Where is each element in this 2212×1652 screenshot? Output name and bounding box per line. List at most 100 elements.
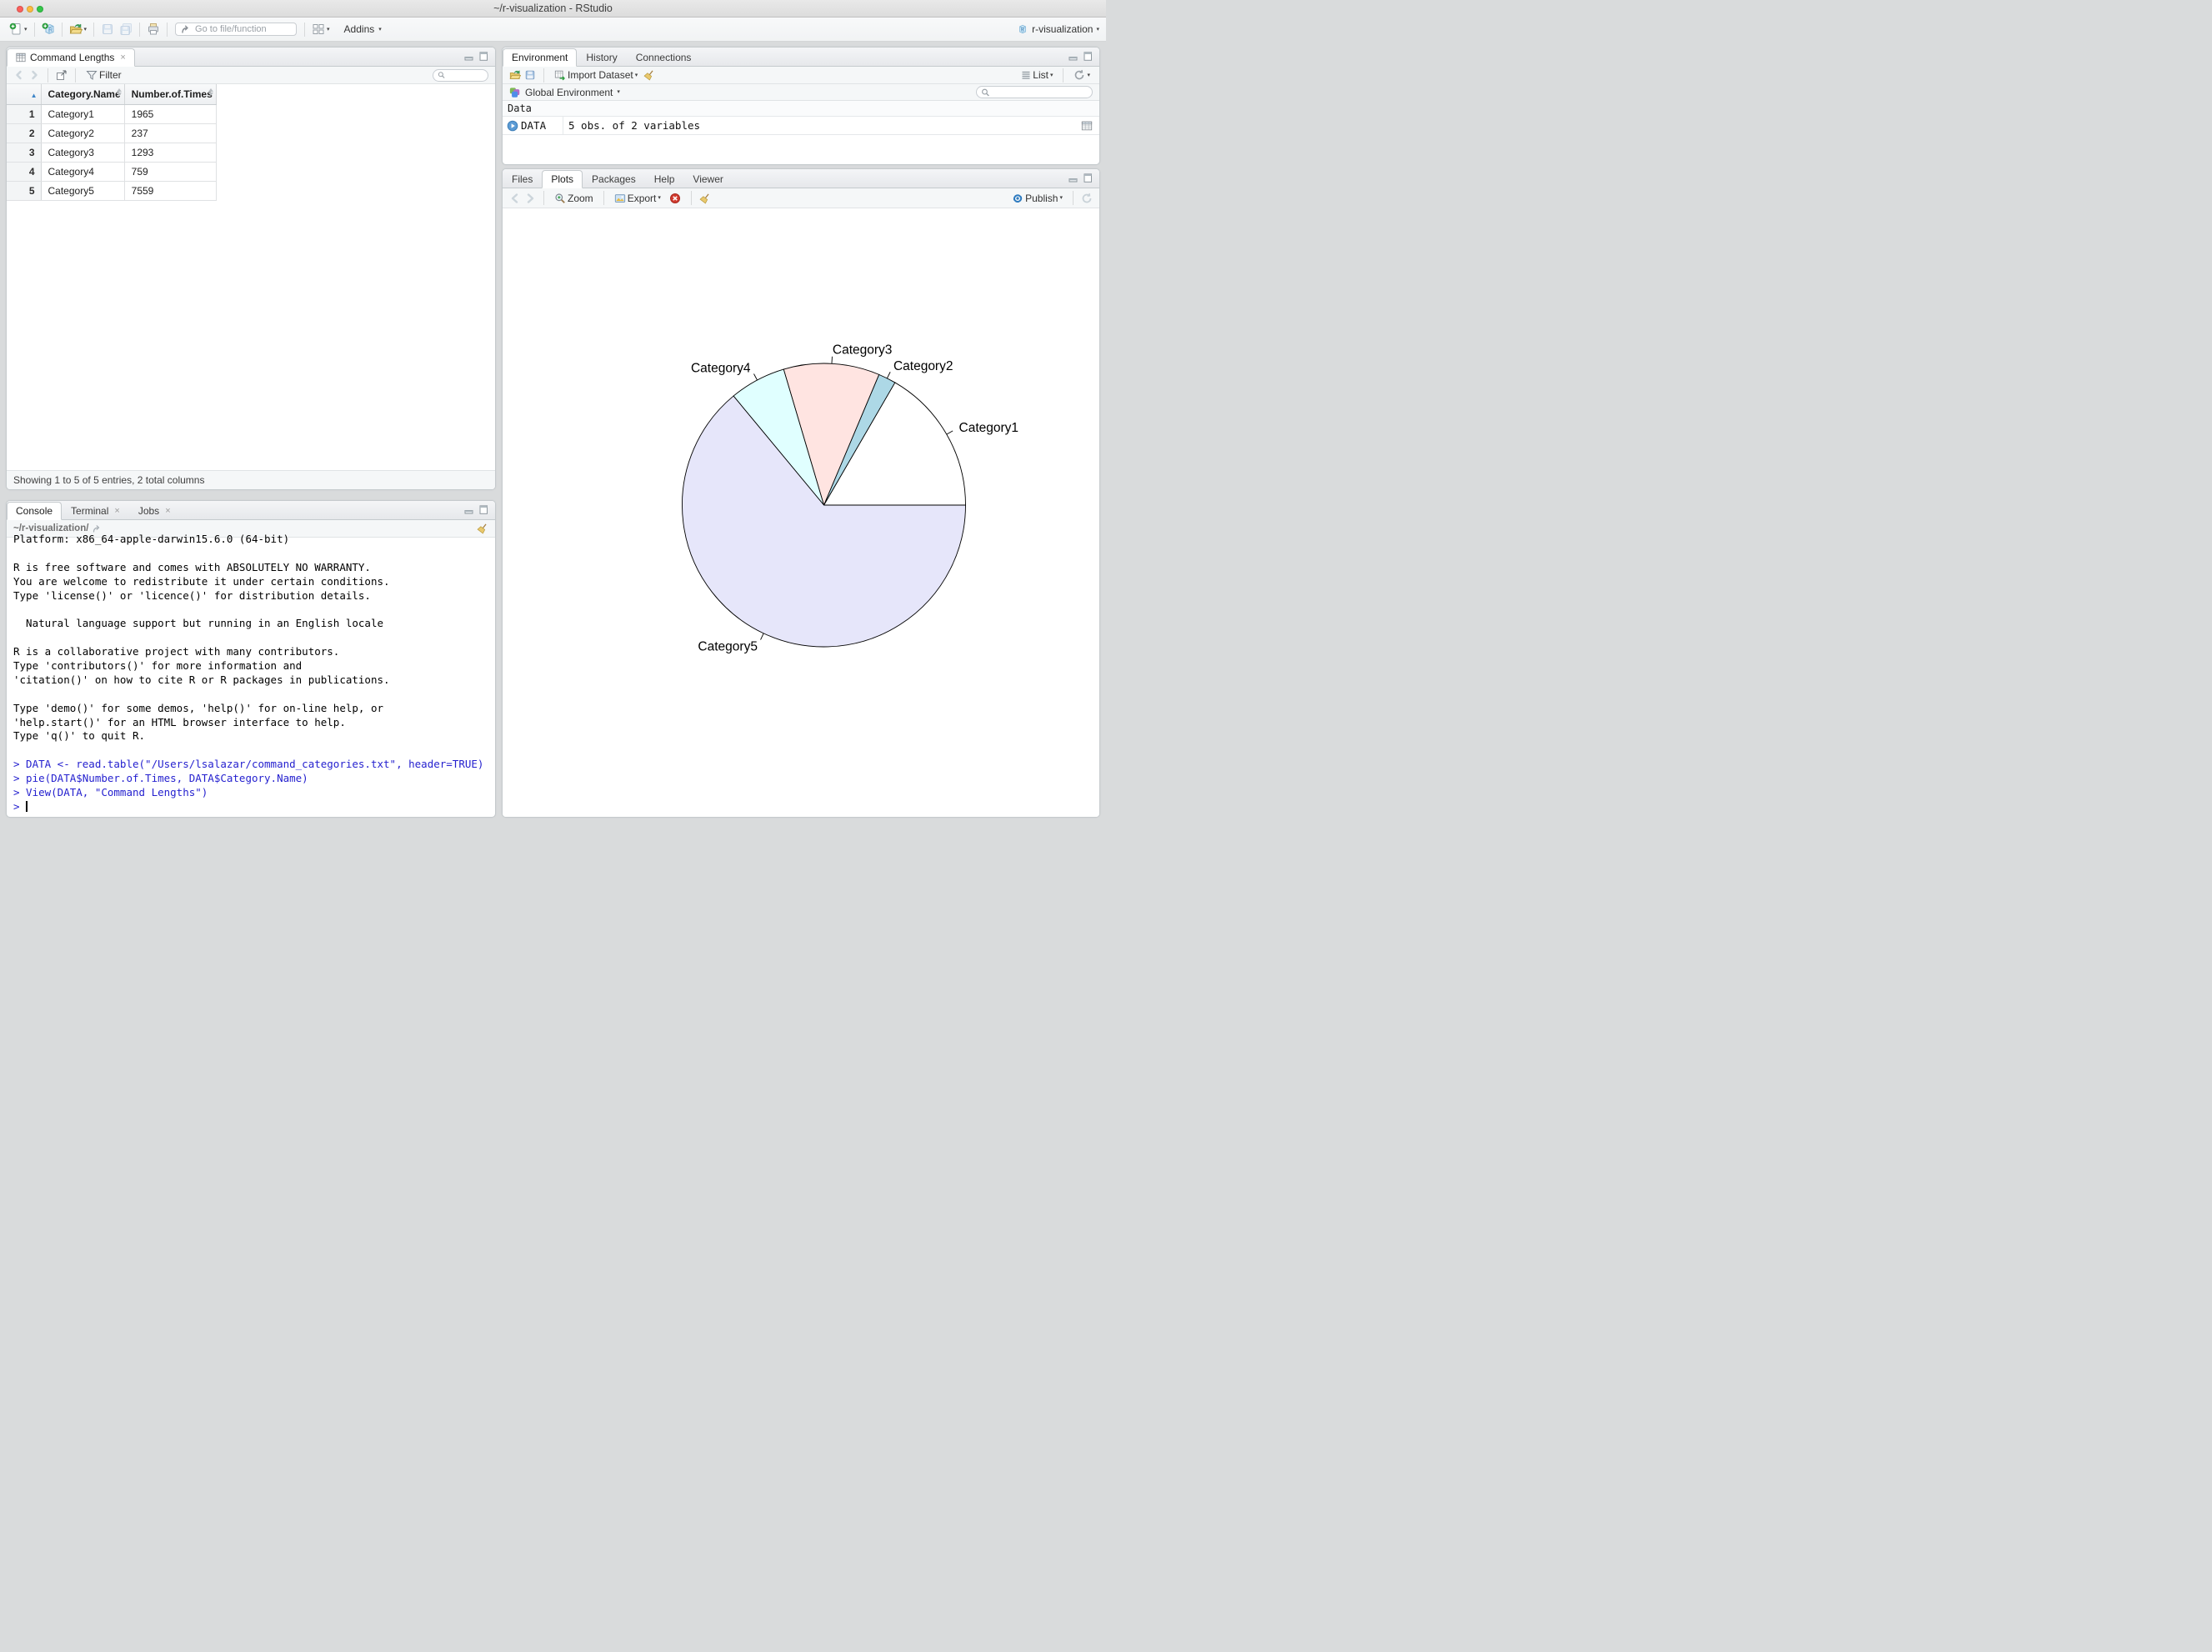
new-project-button[interactable]: R <box>39 21 58 38</box>
goto-file-function-input[interactable] <box>195 24 286 34</box>
console-output-line: R is free software and comes with ABSOLU… <box>13 560 371 573</box>
print-button[interactable] <box>144 21 163 38</box>
zoom-plot-button[interactable]: Zoom <box>552 191 596 206</box>
pie-label-Category5: Category5 <box>698 640 758 654</box>
table-row[interactable]: 5 Category5 7559 <box>7 181 217 201</box>
table-row[interactable]: 1 Category1 1965 <box>7 104 217 124</box>
new-file-button[interactable]: ▾ <box>7 21 30 38</box>
minimize-pane-icon[interactable] <box>1068 174 1078 183</box>
tab-jobs[interactable]: Jobs × <box>129 502 180 520</box>
import-dataset-caret-icon: ▾ <box>634 72 638 78</box>
list-view-button[interactable]: List ▾ <box>1018 68 1055 83</box>
addins-button[interactable]: Addins ▾ <box>339 22 384 37</box>
new-file-icon <box>9 23 21 35</box>
refresh-plot-icon[interactable] <box>1081 193 1093 204</box>
forward-icon[interactable] <box>28 69 40 81</box>
close-tab-icon[interactable]: × <box>165 506 170 516</box>
table-cell: 1293 <box>124 143 217 163</box>
window-title: ~/r-visualization - RStudio <box>493 3 613 14</box>
export-plot-button[interactable]: Export ▾ <box>612 191 663 206</box>
console-output-line: Type 'contributors()' for more informati… <box>13 659 303 673</box>
minimize-pane-icon[interactable] <box>1068 53 1078 61</box>
tab-console[interactable]: Console <box>7 502 63 520</box>
environment-search-input[interactable] <box>992 88 1088 97</box>
clear-all-plots-broom-icon[interactable] <box>699 193 711 204</box>
data-viewer-search-box[interactable] <box>433 68 488 82</box>
maximize-pane-icon[interactable] <box>479 505 488 514</box>
tab-command-lengths[interactable]: Command Lengths × <box>7 48 135 67</box>
clear-console-broom-icon[interactable] <box>477 523 488 534</box>
environment-scope-label[interactable]: Global Environment <box>525 87 613 98</box>
save-all-icon <box>120 23 133 35</box>
maximize-pane-icon[interactable] <box>1083 173 1093 183</box>
table-cell: Category3 <box>41 143 125 163</box>
maximize-pane-icon[interactable] <box>479 52 488 61</box>
close-tab-icon[interactable]: × <box>114 506 119 516</box>
previous-plot-icon[interactable] <box>509 193 521 204</box>
list-view-label: List <box>1033 69 1048 81</box>
environment-toolbar: Import Dataset ▾ List ▾ ▾ <box>503 67 1099 84</box>
expand-object-icon[interactable] <box>507 120 518 132</box>
print-icon <box>148 23 159 35</box>
table-row[interactable]: 4 Category4 759 <box>7 162 217 182</box>
next-plot-icon[interactable] <box>524 193 536 204</box>
environment-object-row[interactable]: DATA 5 obs. of 2 variables <box>503 117 1099 135</box>
tab-plots[interactable]: Plots <box>542 170 583 188</box>
save-workspace-icon[interactable] <box>524 69 536 81</box>
console-output-line: Type 'q()' to quit R. <box>13 729 146 743</box>
tab-viewer[interactable]: Viewer <box>683 170 732 188</box>
goto-file-function-box[interactable] <box>175 23 298 36</box>
open-file-button[interactable]: ▾ <box>67 21 90 38</box>
table-row[interactable]: 3 Category3 1293 <box>7 143 217 163</box>
plots-pane: Files Plots Packages Help Viewer Zoom Ex… <box>502 168 1100 818</box>
remove-plot-button[interactable] <box>667 191 683 206</box>
table-status-bar: Showing 1 to 5 of 5 entries, 2 total col… <box>7 470 495 489</box>
publish-plot-button[interactable]: Publish ▾ <box>1009 191 1065 206</box>
pie-label-tick <box>760 633 764 640</box>
environment-search-box[interactable] <box>976 86 1093 98</box>
import-dataset-button[interactable]: Import Dataset ▾ <box>552 68 640 83</box>
save-button[interactable] <box>98 21 117 38</box>
project-r-cube-icon: R <box>1019 24 1027 34</box>
row-number-header[interactable]: ▲ <box>7 84 42 105</box>
tab-history[interactable]: History <box>577 48 626 67</box>
main-toolbar: ▾ R ▾ ▾ Addins ▾ R r-visualization ▾ <box>0 18 1106 42</box>
project-menu-button[interactable]: R r-visualization ▾ <box>1017 23 1099 35</box>
pie-label-tick <box>753 373 758 381</box>
tab-files[interactable]: Files <box>503 170 542 188</box>
table-header-row: ▲ Category.Name Number.of.Times <box>7 84 217 105</box>
remove-plot-icon <box>669 193 680 203</box>
table-cell: Category5 <box>41 181 125 201</box>
pane-layout-button[interactable]: ▾ <box>309 21 333 38</box>
console-output[interactable]: Platform: x86_64-apple-darwin15.6.0 (64-… <box>7 533 495 813</box>
close-tab-icon[interactable]: × <box>120 53 125 63</box>
goto-arrow-icon <box>182 25 188 33</box>
pie-label-Category1: Category1 <box>959 421 1019 435</box>
console-output-line: You are welcome to redistribute it under… <box>13 574 390 588</box>
clear-environment-broom-icon[interactable] <box>643 69 655 81</box>
back-icon[interactable] <box>13 69 25 81</box>
list-view-caret-icon: ▾ <box>1049 72 1053 78</box>
tab-packages[interactable]: Packages <box>583 170 645 188</box>
table-row[interactable]: 2 Category2 237 <box>7 123 217 143</box>
popout-window-icon[interactable] <box>56 69 68 81</box>
maximize-pane-icon[interactable] <box>1083 52 1093 61</box>
filter-button[interactable]: Filter <box>83 68 124 83</box>
refresh-environment-button[interactable]: ▾ <box>1071 68 1093 83</box>
save-all-button[interactable] <box>117 21 135 38</box>
column-header-category-name[interactable]: Category.Name <box>41 84 125 105</box>
column-header-number-of-times[interactable]: Number.of.Times <box>124 84 217 105</box>
minimize-pane-icon[interactable] <box>464 506 474 514</box>
data-viewer-search-input[interactable] <box>448 70 483 80</box>
tab-terminal[interactable]: Terminal × <box>62 502 129 520</box>
publish-caret-icon: ▾ <box>1059 195 1063 201</box>
minimize-pane-icon[interactable] <box>464 53 474 61</box>
tab-connections[interactable]: Connections <box>627 48 701 67</box>
tab-help[interactable]: Help <box>645 170 684 188</box>
view-data-frame-icon[interactable] <box>1081 120 1093 132</box>
console-output-line: Natural language support but running in … <box>13 617 384 630</box>
load-workspace-folder-icon[interactable] <box>509 69 521 81</box>
tab-environment[interactable]: Environment <box>503 48 578 67</box>
console-cursor[interactable] <box>26 800 28 812</box>
